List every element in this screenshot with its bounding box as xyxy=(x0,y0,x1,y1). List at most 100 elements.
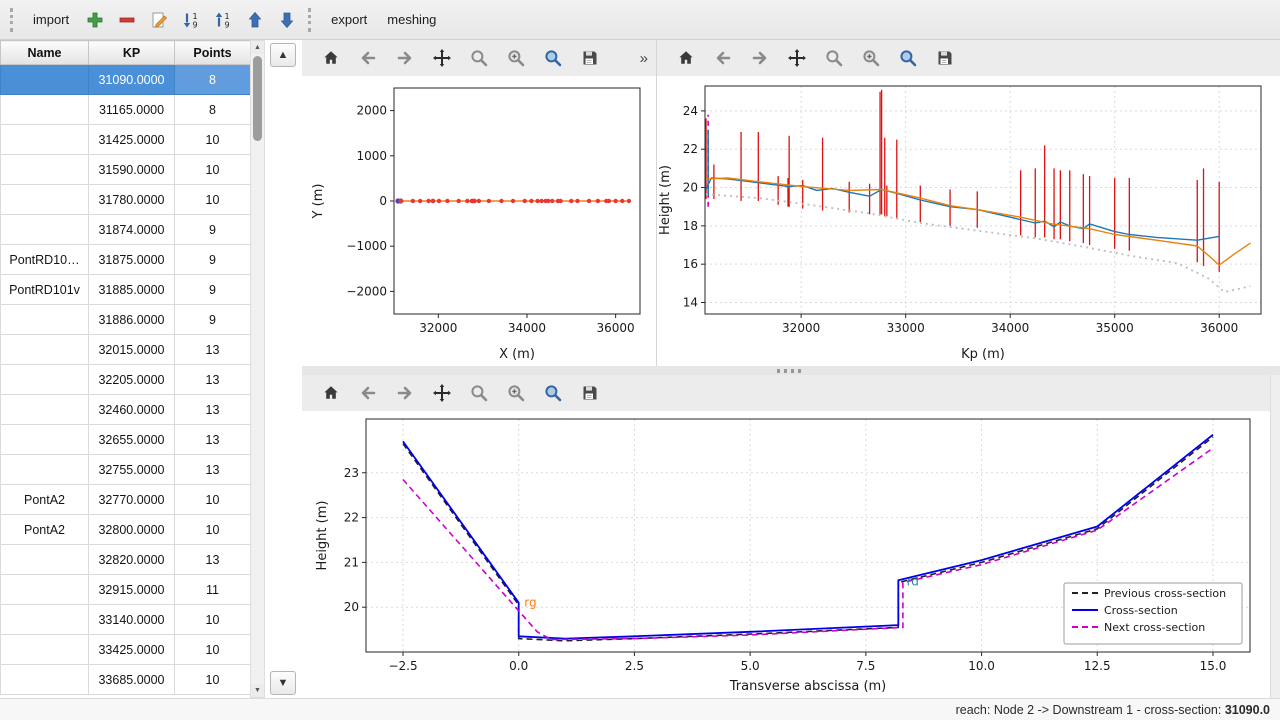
back-button[interactable] xyxy=(708,44,738,72)
points-cell: 9 xyxy=(175,215,251,245)
scrollbar-track[interactable] xyxy=(251,54,264,684)
go-first-button[interactable]: ▲ xyxy=(270,43,296,67)
name-cell xyxy=(1,335,89,365)
name-cell xyxy=(1,395,89,425)
home-button[interactable] xyxy=(316,379,346,407)
move-up-button[interactable] xyxy=(240,5,270,35)
status-text: reach: Node 2 -> Downstream 1 - cross-se… xyxy=(956,703,1225,717)
pan-icon xyxy=(432,383,452,403)
main-toolbar: import 1 9 xyxy=(0,0,1280,40)
zoom-region-button[interactable] xyxy=(893,44,923,72)
table-row[interactable]: 33140.000010 xyxy=(1,605,251,635)
svg-text:rd: rd xyxy=(907,575,919,589)
svg-text:rg: rg xyxy=(524,595,536,609)
sort-descending-button[interactable]: 1 9 xyxy=(176,5,206,35)
table-row[interactable]: 31425.000010 xyxy=(1,125,251,155)
scrollbar-up-arrow[interactable]: ▲ xyxy=(251,41,264,54)
export-button[interactable]: export xyxy=(322,7,376,32)
zoom-options-icon xyxy=(506,48,526,68)
add-cross-section-button[interactable] xyxy=(80,5,110,35)
table-row[interactable]: 31886.00009 xyxy=(1,305,251,335)
pan-button[interactable] xyxy=(427,379,457,407)
kp-cell: 31875.0000 xyxy=(89,245,175,275)
svg-text:35000: 35000 xyxy=(1096,321,1134,335)
back-button[interactable] xyxy=(353,44,383,72)
save-button[interactable] xyxy=(930,44,960,72)
kp-cell: 32655.0000 xyxy=(89,425,175,455)
pan-button[interactable] xyxy=(782,44,812,72)
points-cell: 10 xyxy=(175,125,251,155)
go-last-button[interactable]: ▼ xyxy=(270,671,296,695)
name-cell xyxy=(1,425,89,455)
table-row[interactable]: PontA232770.000010 xyxy=(1,485,251,515)
move-down-button[interactable] xyxy=(272,5,302,35)
pan-button[interactable] xyxy=(427,44,457,72)
right-edge-strip xyxy=(1270,375,1280,698)
forward-button[interactable] xyxy=(390,379,420,407)
table-row[interactable]: 33425.000010 xyxy=(1,635,251,665)
table-row[interactable]: PontRD10…31875.00009 xyxy=(1,245,251,275)
edit-icon xyxy=(149,10,169,30)
table-row[interactable]: 32460.000013 xyxy=(1,395,251,425)
table-row[interactable]: 32205.000013 xyxy=(1,365,251,395)
table-row[interactable]: 32015.000013 xyxy=(1,335,251,365)
column-header-kp[interactable]: KP xyxy=(89,41,175,65)
table-row[interactable]: PontA232800.000010 xyxy=(1,515,251,545)
edit-cross-section-button[interactable] xyxy=(144,5,174,35)
zoom-icon xyxy=(469,48,489,68)
zoom-button[interactable] xyxy=(464,379,494,407)
forward-button[interactable] xyxy=(390,44,420,72)
table-row[interactable]: 32755.000013 xyxy=(1,455,251,485)
svg-text:Y (m): Y (m) xyxy=(311,184,326,220)
table-scrollbar[interactable]: ▲ ▼ xyxy=(250,40,265,698)
status-bar: reach: Node 2 -> Downstream 1 - cross-se… xyxy=(0,698,1280,720)
pan-icon xyxy=(787,48,807,68)
column-header-points[interactable]: Points xyxy=(175,41,251,65)
points-cell: 9 xyxy=(175,245,251,275)
table-row[interactable]: 31780.000010 xyxy=(1,185,251,215)
home-button[interactable] xyxy=(316,44,346,72)
table-row[interactable]: 32915.000011 xyxy=(1,575,251,605)
remove-cross-section-button[interactable] xyxy=(112,5,142,35)
column-header-name[interactable]: Name xyxy=(1,41,89,65)
plan-view-card: » 320003400036000−2000−1000010002000X (m… xyxy=(302,40,656,366)
zoom-options-button[interactable] xyxy=(501,379,531,407)
cross-section-plot-canvas[interactable]: −2.50.02.55.07.510.012.515.020212223Tran… xyxy=(302,411,1268,698)
table-row[interactable]: 31874.00009 xyxy=(1,215,251,245)
kp-cell: 31590.0000 xyxy=(89,155,175,185)
back-icon xyxy=(358,48,378,68)
save-button[interactable] xyxy=(575,44,605,72)
scrollbar-thumb[interactable] xyxy=(253,56,262,141)
svg-text:36000: 36000 xyxy=(1200,321,1238,335)
table-row[interactable]: 32820.000013 xyxy=(1,545,251,575)
kp-cell: 32460.0000 xyxy=(89,395,175,425)
forward-button[interactable] xyxy=(745,44,775,72)
toolbar-overflow-icon[interactable]: » xyxy=(640,50,656,67)
table-row[interactable]: 33685.000010 xyxy=(1,665,251,695)
table-row[interactable]: 31165.00008 xyxy=(1,95,251,125)
kp-cell: 31886.0000 xyxy=(89,305,175,335)
scrollbar-down-arrow[interactable]: ▼ xyxy=(251,684,264,697)
table-row[interactable]: 32655.000013 xyxy=(1,425,251,455)
horizontal-splitter[interactable] xyxy=(302,366,1280,375)
save-button[interactable] xyxy=(575,379,605,407)
zoom-options-button[interactable] xyxy=(501,44,531,72)
zoom-button[interactable] xyxy=(464,44,494,72)
table-row[interactable]: 31590.000010 xyxy=(1,155,251,185)
points-cell: 8 xyxy=(175,65,251,95)
zoom-region-button[interactable] xyxy=(538,44,568,72)
meshing-button[interactable]: meshing xyxy=(378,7,445,32)
zoom-options-button[interactable] xyxy=(856,44,886,72)
zoom-region-button[interactable] xyxy=(538,379,568,407)
back-button[interactable] xyxy=(353,379,383,407)
sort-ascending-button[interactable]: 1 9 xyxy=(208,5,238,35)
home-button[interactable] xyxy=(671,44,701,72)
table-row[interactable]: 31090.00008 xyxy=(1,65,251,95)
profile-plot-canvas[interactable]: 3200033000340003500036000141618202224Kp … xyxy=(657,76,1277,366)
table-row[interactable]: PontRD101v31885.00009 xyxy=(1,275,251,305)
plan-view-plot-canvas[interactable]: 320003400036000−2000−1000010002000X (m)Y… xyxy=(302,76,654,366)
svg-text:9: 9 xyxy=(225,20,230,29)
zoom-button[interactable] xyxy=(819,44,849,72)
import-button[interactable]: import xyxy=(24,7,78,32)
back-icon xyxy=(713,48,733,68)
